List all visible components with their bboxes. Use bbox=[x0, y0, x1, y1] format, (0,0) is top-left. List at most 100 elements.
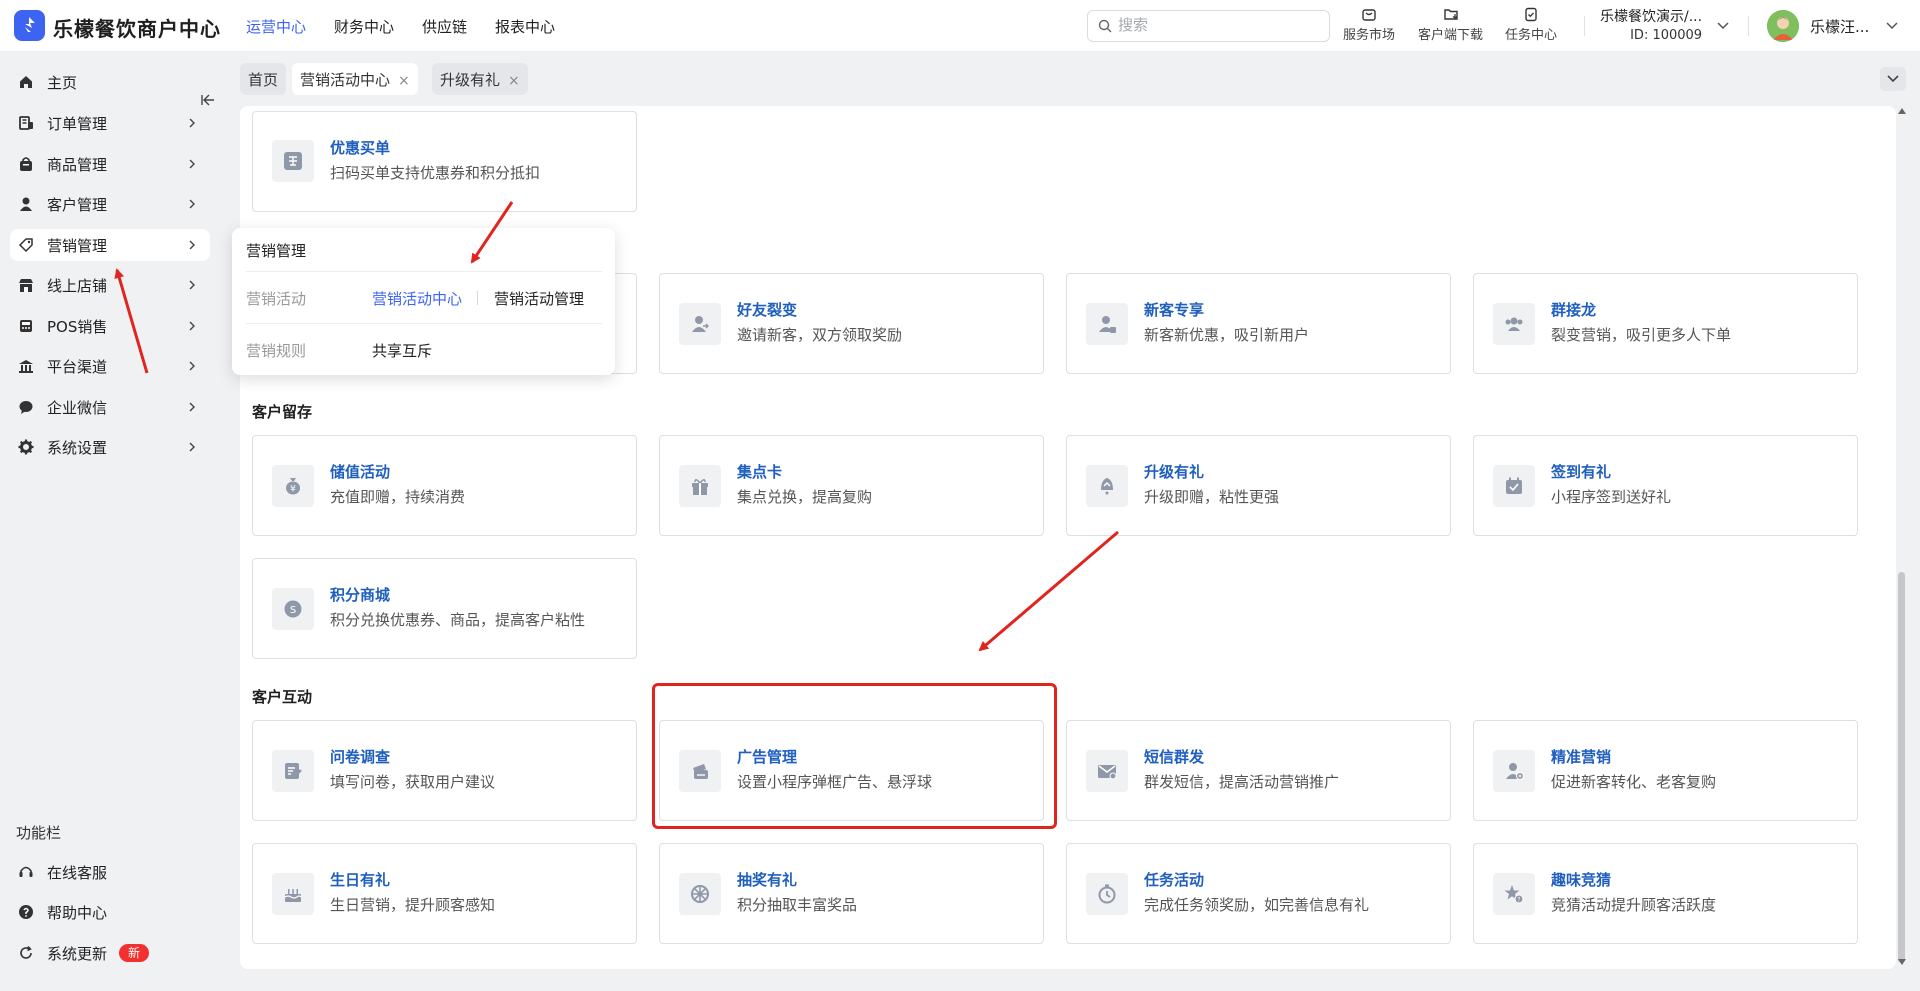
card-xinke-zhuanxiang[interactable]: 新客专享 新客新优惠，吸引新用户 bbox=[1066, 273, 1451, 374]
sidebar-item-system-settings[interactable]: 系统设置 bbox=[10, 431, 210, 463]
card-choujiang-youli[interactable]: 抽奖有礼 积分抽取丰富奖品 bbox=[659, 843, 1044, 944]
tag-icon bbox=[18, 238, 33, 253]
topnav-operations[interactable]: 运营中心 bbox=[246, 16, 306, 37]
chevron-down-icon bbox=[1887, 75, 1899, 83]
sidebar-item-home[interactable]: 主页 bbox=[10, 66, 214, 106]
sidebar-item-online-support[interactable]: 在线客服 bbox=[10, 856, 210, 888]
divider bbox=[246, 323, 602, 324]
topnav-finance[interactable]: 财务中心 bbox=[334, 16, 394, 37]
tabs-dropdown-button[interactable] bbox=[1880, 67, 1906, 91]
sidebar-item-system-update[interactable]: 系统更新 新 bbox=[10, 937, 210, 969]
sidebar-item-help-center[interactable]: 帮助中心 bbox=[10, 896, 210, 928]
tab-upgrade-gift[interactable]: 升级有礼 × bbox=[432, 63, 528, 95]
sidebar-item-online-store[interactable]: 线上店铺 bbox=[10, 269, 210, 301]
popover-group-label: 营销活动 bbox=[246, 290, 307, 308]
card-desc: 积分兑换优惠券、商品，提高客户粘性 bbox=[330, 611, 586, 629]
avatar[interactable] bbox=[1767, 10, 1799, 42]
menu-item-marketing-center[interactable]: 营销活动中心 bbox=[372, 288, 462, 309]
sidebar-item-platform-channels[interactable]: 平台渠道 bbox=[10, 350, 210, 382]
card-desc: 扫码买单支持优惠券和积分抵扣 bbox=[330, 164, 541, 182]
cake-icon bbox=[272, 873, 314, 915]
sidebar-item-pos-sales[interactable]: POS销售 bbox=[10, 310, 210, 342]
user-name[interactable]: 乐檬汪... bbox=[1810, 16, 1869, 37]
card-title: 签到有礼 bbox=[1551, 463, 1612, 481]
sidebar-item-orders[interactable]: 订单管理 bbox=[10, 107, 210, 139]
sidebar-item-marketing[interactable]: 营销管理 bbox=[10, 229, 210, 261]
card-desc: 促进新客转化、老客复购 bbox=[1551, 773, 1717, 791]
topnav-reports[interactable]: 报表中心 bbox=[495, 16, 555, 37]
marketing-submenu-popover: 营销管理 营销活动 营销活动中心 营销活动管理 营销规则 共享互斥 bbox=[232, 228, 615, 375]
mail-icon bbox=[1086, 750, 1128, 792]
task-center-label: 任务中心 bbox=[1505, 28, 1558, 43]
card-title: 趣味竞猜 bbox=[1551, 871, 1612, 889]
chevron-right-icon bbox=[189, 240, 195, 250]
chevron-down-icon[interactable] bbox=[1716, 18, 1730, 32]
tab-marketing-center[interactable]: 营销活动中心 × bbox=[292, 63, 418, 95]
card-title: 优惠买单 bbox=[330, 139, 391, 157]
chevron-down-icon[interactable] bbox=[1885, 18, 1899, 32]
tab-home[interactable]: 首页 bbox=[240, 63, 287, 95]
close-icon[interactable]: × bbox=[508, 73, 520, 89]
search-box[interactable] bbox=[1087, 10, 1330, 42]
scrollbar-thumb[interactable] bbox=[1898, 572, 1905, 963]
sidebar-item-wecom[interactable]: 企业微信 bbox=[10, 391, 210, 423]
card-title: 好友裂变 bbox=[737, 301, 798, 319]
chat-bubble-icon bbox=[19, 401, 33, 414]
card-desc: 竞猜活动提升顾客活跃度 bbox=[1551, 896, 1717, 914]
card-duanxin-qunfa[interactable]: 短信群发 群发短信，提高活动营销推广 bbox=[1066, 720, 1451, 821]
store-switcher[interactable]: 乐檬餐饮演示/... ID: 100009 bbox=[1600, 6, 1702, 43]
tab-label: 首页 bbox=[248, 71, 279, 89]
card-title: 生日有礼 bbox=[330, 871, 391, 889]
card-jifen-shangcheng[interactable]: S 积分商城 积分兑换优惠券、商品，提高客户粘性 bbox=[252, 558, 637, 659]
sidebar-item-label: 在线客服 bbox=[47, 864, 108, 882]
brand-logo-icon[interactable] bbox=[14, 10, 45, 41]
card-quwei-jingcai[interactable]: ? 趣味竞猜 竞猜活动提升顾客活跃度 bbox=[1473, 843, 1858, 944]
chevron-right-icon bbox=[189, 321, 195, 331]
card-jidian-ka[interactable]: 集点卡 集点兑换，提高复购 bbox=[659, 435, 1044, 536]
svg-text:¥: ¥ bbox=[290, 485, 296, 495]
menu-item-marketing-management[interactable]: 营销活动管理 bbox=[494, 288, 584, 309]
sidebar-item-label: 客户管理 bbox=[47, 196, 108, 214]
main-scrollbar[interactable] bbox=[1895, 106, 1909, 969]
gift-icon bbox=[679, 465, 721, 507]
task-center-button[interactable]: 任务中心 bbox=[1505, 6, 1557, 43]
card-desc: 积分抽取丰富奖品 bbox=[737, 896, 858, 914]
client-download-button[interactable]: 客户端下载 bbox=[1418, 6, 1483, 43]
card-qiandao-youli[interactable]: 签到有礼 小程序签到送好礼 bbox=[1473, 435, 1858, 536]
scroll-up-icon[interactable] bbox=[1898, 108, 1906, 114]
card-desc: 群发短信，提高活动营销推广 bbox=[1144, 773, 1340, 791]
collapse-sidebar-icon[interactable] bbox=[200, 92, 216, 108]
shopping-bag-icon bbox=[20, 157, 32, 171]
search-input[interactable] bbox=[1118, 16, 1318, 34]
user-icon bbox=[20, 197, 32, 211]
sidebar: 主页 订单管理 商品管理 客户管理 营销管理 线上店铺 POS销售 平台渠道 企 bbox=[0, 52, 226, 991]
service-market-button[interactable]: 服务市场 bbox=[1343, 6, 1395, 43]
chevron-right-icon bbox=[189, 159, 195, 169]
card-desc: 完成任务领奖励，如完善信息有礼 bbox=[1144, 896, 1370, 914]
home-icon bbox=[20, 76, 32, 88]
scroll-down-icon[interactable] bbox=[1898, 959, 1906, 965]
card-shengri-youli[interactable]: 生日有礼 生日营销，提升顾客感知 bbox=[252, 843, 637, 944]
chevron-right-icon bbox=[189, 280, 195, 290]
new-user-icon bbox=[1086, 303, 1128, 345]
card-shengji-youli[interactable]: 升级有礼 升级即赠，粘性更强 bbox=[1066, 435, 1451, 536]
card-chuzhi-huodong[interactable]: ¥ 储值活动 充值即赠，持续消费 bbox=[252, 435, 637, 536]
sidebar-item-customers[interactable]: 客户管理 bbox=[10, 188, 210, 220]
card-haoyou-liebian[interactable]: 好友裂变 邀请新客，双方领取奖励 bbox=[659, 273, 1044, 374]
sidebar-item-products[interactable]: 商品管理 bbox=[10, 148, 210, 180]
card-guanggao-guanli[interactable]: 广告管理 设置小程序弹框广告、悬浮球 bbox=[659, 720, 1044, 821]
card-title: 短信群发 bbox=[1144, 748, 1205, 766]
card-youhui-maidan[interactable]: 优惠买单 扫码买单支持优惠券和积分抵扣 bbox=[252, 111, 637, 212]
card-wenjuan-diaocha[interactable]: 问卷调查 填写问卷，获取用户建议 bbox=[252, 720, 637, 821]
close-icon[interactable]: × bbox=[398, 73, 410, 89]
card-qun-jielong[interactable]: 群接龙 裂变营销，吸引更多人下单 bbox=[1473, 273, 1858, 374]
menu-item-shared-exclusive[interactable]: 共享互斥 bbox=[372, 340, 432, 361]
card-renwu-huodong[interactable]: 任务活动 完成任务领奖励，如完善信息有礼 bbox=[1066, 843, 1451, 944]
store-icon bbox=[19, 279, 33, 292]
sidebar-item-label: 系统设置 bbox=[47, 439, 108, 457]
tab-label: 营销活动中心 bbox=[300, 71, 391, 89]
card-jingzhun-yingxiao[interactable]: 精准营销 促进新客转化、老客复购 bbox=[1473, 720, 1858, 821]
timer-icon bbox=[1086, 873, 1128, 915]
topnav-supply-chain[interactable]: 供应链 bbox=[422, 16, 467, 37]
section-title-interaction: 客户互动 bbox=[252, 688, 313, 706]
